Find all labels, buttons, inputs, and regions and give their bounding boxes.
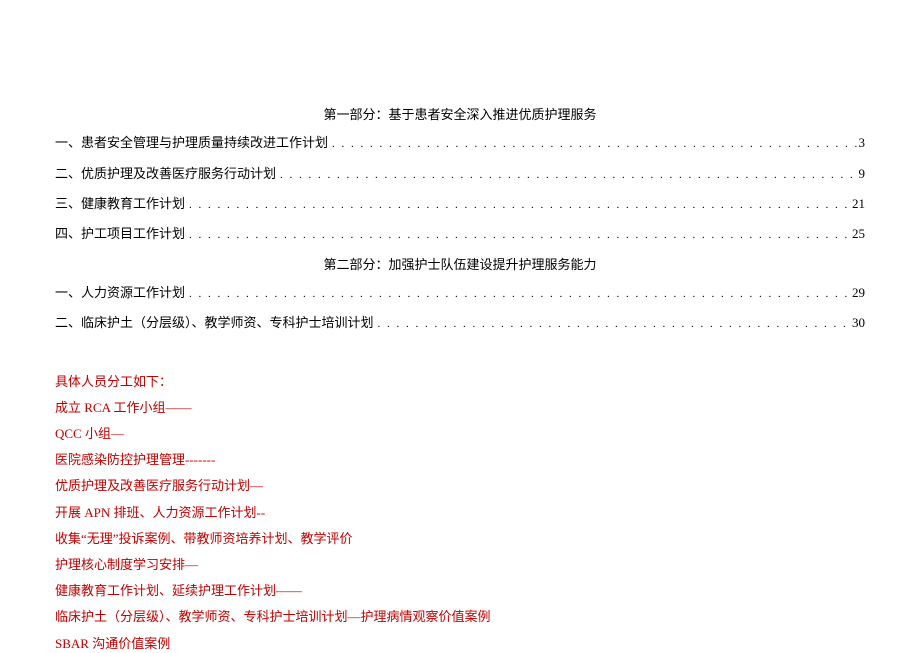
- section-2-title: 第二部分：加强护士队伍建设提升护理服务能力: [55, 256, 865, 274]
- assignments-block: 具体人员分工如下： 成立 RCA 工作小组—— QCC 小组— 医院感染防控护理…: [55, 373, 865, 653]
- assignment-line: 开展 APN 排班、人力资源工作计划--: [55, 504, 865, 522]
- assignments-title: 具体人员分工如下：: [55, 373, 865, 391]
- assignment-line: QCC 小组—: [55, 425, 865, 443]
- toc-label: 三、健康教育工作计划: [55, 195, 185, 213]
- toc-label: 二、临床护土（分层级）、教学师资、专科护士培训计划: [55, 314, 374, 332]
- assignment-line: 护理核心制度学习安排—: [55, 556, 865, 574]
- toc-page: 3: [859, 134, 866, 152]
- toc-item: 二、临床护土（分层级）、教学师资、专科护士培训计划 30: [55, 314, 865, 332]
- toc-item: 二、优质护理及改善医疗服务行动计划 9: [55, 165, 865, 183]
- assignment-line: SBAR 沟通价值案例: [55, 635, 865, 653]
- toc-dots: [374, 314, 852, 332]
- assignment-line: 临床护土（分层级）、教学师资、专科护士培训计划—护理病情观察价值案例: [55, 608, 865, 626]
- assignment-line: 优质护理及改善医疗服务行动计划—: [55, 477, 865, 495]
- section-1-title: 第一部分：基于患者安全深入推进优质护理服务: [55, 106, 865, 124]
- toc-dots: [185, 225, 852, 243]
- toc-dots: [185, 195, 852, 213]
- assignment-line: 成立 RCA 工作小组——: [55, 399, 865, 417]
- toc-label: 二、优质护理及改善医疗服务行动计划: [55, 165, 276, 183]
- toc-page: 29: [852, 284, 865, 302]
- toc-label: 四、护工项目工作计划: [55, 225, 185, 243]
- toc-dots: [276, 165, 858, 183]
- toc-label: 一、患者安全管理与护理质量持续改进工作计划: [55, 134, 328, 152]
- toc-page: 21: [852, 195, 865, 213]
- toc-item: 四、护工项目工作计划 25: [55, 225, 865, 243]
- toc-label: 一、人力资源工作计划: [55, 284, 185, 302]
- toc-dots: [185, 284, 852, 302]
- assignment-line: 收集“无理”投诉案例、带教师资培养计划、教学评价: [55, 530, 865, 548]
- toc-item: 一、人力资源工作计划 29: [55, 284, 865, 302]
- assignment-line: 医院感染防控护理管理-------: [55, 451, 865, 469]
- toc-page: 25: [852, 225, 865, 243]
- toc-page: 30: [852, 314, 865, 332]
- toc-dots: [328, 134, 858, 152]
- toc-page: 9: [859, 165, 866, 183]
- assignment-line: 健康教育工作计划、延续护理工作计划——: [55, 582, 865, 600]
- toc-item: 三、健康教育工作计划 21: [55, 195, 865, 213]
- toc-item: 一、患者安全管理与护理质量持续改进工作计划 3: [55, 134, 865, 152]
